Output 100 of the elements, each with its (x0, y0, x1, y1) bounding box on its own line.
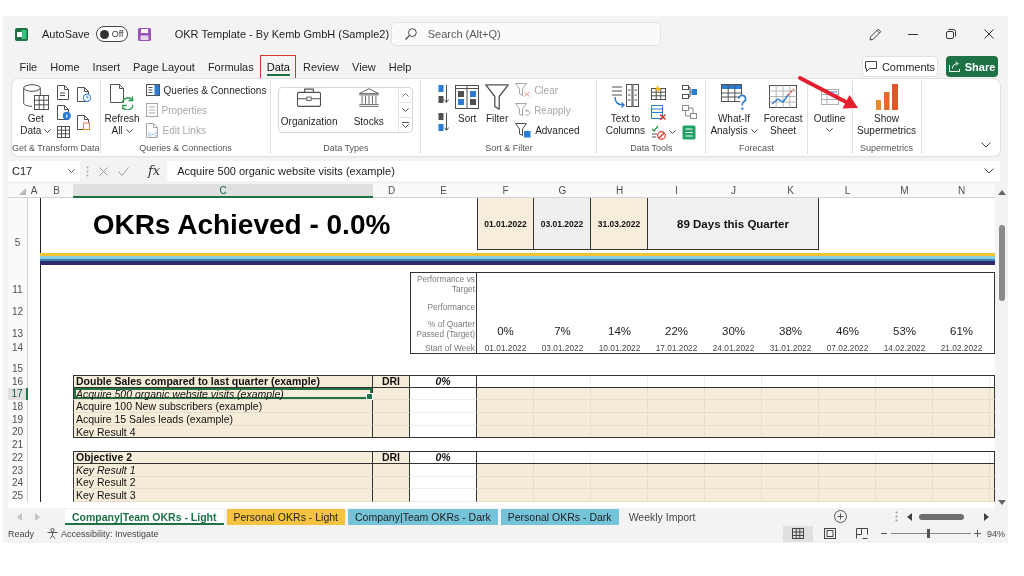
ribbon-tab[interactable]: File (13, 55, 44, 79)
ribbon-button[interactable]: What-If Analysis (708, 80, 760, 137)
view-button[interactable] (783, 525, 813, 542)
scroll-up-icon[interactable] (997, 190, 1006, 195)
ribbon-tab[interactable]: Home (43, 55, 87, 79)
row-header[interactable]: 5 (8, 198, 28, 252)
key-result-cell[interactable]: Acquire 100 New subscribers (example) (73, 400, 373, 414)
ribbon-tab[interactable]: View (345, 55, 383, 79)
restore-icon[interactable] (946, 29, 956, 39)
scroll-left-icon[interactable] (907, 512, 912, 521)
document-info-icon[interactable] (57, 104, 72, 120)
scrollbar-thumb[interactable] (919, 513, 964, 520)
accessibility-status[interactable]: Accessibility: Investigate (61, 528, 159, 539)
caret-icon[interactable] (669, 130, 677, 134)
ribbon-button[interactable]: Queries & Connections (143, 80, 269, 100)
minimize-icon[interactable] (908, 33, 918, 35)
ribbon-button[interactable]: Advanced (513, 120, 582, 140)
comments-button[interactable]: Comments (862, 56, 938, 77)
row-header[interactable]: 21 (8, 438, 28, 452)
column-header[interactable]: L (819, 184, 876, 198)
data-model-icon[interactable] (682, 124, 697, 140)
relationships-icon[interactable] (682, 105, 698, 119)
ribbon-tab[interactable]: Insert (86, 55, 127, 79)
zoom-level[interactable]: 94% (987, 528, 1005, 539)
cancel-icon[interactable] (99, 166, 108, 176)
sheet-tab[interactable]: Personal OKRs - Light (226, 508, 345, 525)
add-sheet-icon[interactable] (834, 510, 847, 523)
save-icon[interactable] (137, 27, 151, 41)
flash-fill-icon[interactable] (651, 84, 667, 100)
ribbon-button[interactable]: Get Data (18, 80, 54, 137)
ribbon-button[interactable]: Sort (453, 80, 482, 125)
row-header[interactable]: 13 (8, 318, 28, 340)
accessibility-icon[interactable] (47, 528, 58, 539)
column-header[interactable]: M (876, 184, 933, 198)
document-title[interactable]: OKR Template - By Kemb GmbH (Sample2) (174, 28, 390, 40)
column-header[interactable]: G (534, 184, 591, 198)
ribbon-button[interactable]: Filter (483, 80, 512, 125)
sheet-tab[interactable]: Weekly Import (621, 508, 703, 525)
column-header[interactable]: H (591, 184, 648, 198)
row-header[interactable]: 25 (8, 489, 28, 502)
row-header[interactable]: 14 (8, 340, 28, 354)
ribbon-tab[interactable]: Review (296, 55, 346, 79)
row-header[interactable]: 12 (8, 296, 28, 318)
app-logo-icon[interactable] (15, 27, 28, 41)
autosave-toggle[interactable]: Off (95, 26, 128, 42)
collapse-ribbon-icon[interactable] (981, 142, 991, 148)
document-clock-icon[interactable] (77, 86, 92, 102)
ribbon-button[interactable]: Outline (811, 80, 848, 132)
sheet-tab[interactable]: Company|Team OKRs - Dark (348, 508, 498, 525)
sort-ascending-icon[interactable] (438, 84, 450, 104)
table-icon[interactable] (57, 126, 71, 138)
column-header[interactable]: N (933, 184, 990, 198)
column-header[interactable]: I (648, 184, 705, 198)
row-header[interactable]: 18 (8, 400, 28, 414)
check-icon[interactable] (118, 166, 129, 176)
data-validation-icon[interactable] (651, 124, 667, 140)
ribbon-tab[interactable]: Help (382, 55, 418, 79)
column-header[interactable]: J (705, 184, 762, 198)
document-icon[interactable] (57, 84, 70, 100)
scroll-down-icon[interactable] (997, 500, 1006, 505)
consolidate-icon[interactable] (682, 85, 698, 99)
ribbon-button[interactable]: Refresh All (102, 80, 142, 137)
sort-descending-icon[interactable] (438, 112, 450, 132)
column-header[interactable]: B (40, 184, 73, 198)
gallery-item[interactable]: Stocks (338, 88, 399, 132)
pen-icon[interactable] (868, 27, 882, 41)
ribbon-button[interactable]: Text to Columns (603, 80, 648, 137)
ribbon-tab[interactable]: Formulas (201, 55, 261, 79)
column-header[interactable]: A (28, 184, 40, 198)
close-icon[interactable] (984, 29, 994, 39)
more-icon[interactable] (402, 122, 410, 128)
key-result-cell[interactable]: Acquire 15 Sales leads (example) (73, 413, 373, 426)
ribbon-tab[interactable]: Page Layout (126, 55, 202, 79)
name-box[interactable]: C17 (8, 161, 80, 181)
zoom-slider-thumb[interactable] (927, 529, 931, 538)
formula-field[interactable]: Acquire 500 organic website visits (example) (167, 161, 1000, 181)
gallery-item[interactable]: Organization (279, 88, 339, 132)
column-header[interactable]: K (762, 184, 819, 198)
ribbon-button[interactable]: Forecast Sheet (761, 80, 805, 137)
document-icon[interactable] (77, 114, 91, 130)
row-header[interactable]: 16 (8, 375, 28, 388)
row-header[interactable]: 22 (8, 451, 28, 464)
scrollbar-thumb[interactable] (998, 225, 1005, 301)
grip-icon[interactable] (895, 511, 898, 522)
search-field[interactable]: Search (Alt+Q) (390, 22, 661, 46)
insert-function-button[interactable]: fx (148, 164, 161, 178)
row-header[interactable]: 19 (8, 413, 28, 426)
share-button[interactable]: Share (946, 56, 998, 77)
ribbon-button[interactable]: Show Supermetrics (855, 80, 918, 137)
zoom-in-icon[interactable] (974, 530, 981, 537)
column-header[interactable]: D (373, 184, 410, 198)
column-header[interactable]: F (477, 184, 534, 198)
row-header[interactable]: 11 (8, 272, 28, 296)
row-header[interactable]: 15 (8, 354, 28, 375)
scroll-right-icon[interactable] (984, 512, 989, 521)
sheet-tab[interactable]: Company|Team OKRs - Light (65, 508, 224, 525)
remove-duplicates-icon[interactable] (651, 104, 667, 120)
expand-icon[interactable] (984, 168, 994, 174)
key-result-cell[interactable]: Key Result 3 (73, 489, 373, 502)
sheet-tab[interactable]: Personal OKRs - Dark (500, 508, 619, 525)
